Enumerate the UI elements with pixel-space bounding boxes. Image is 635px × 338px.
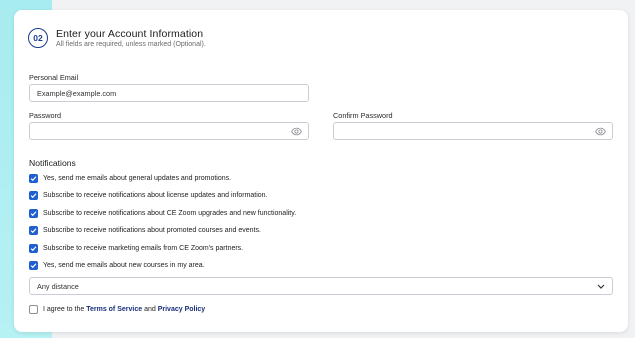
notification-option-label: Subscribe to receive notifications about… bbox=[43, 191, 268, 199]
notification-option-label: Yes, send me emails about general update… bbox=[43, 174, 232, 182]
check-icon bbox=[30, 210, 37, 216]
notification-option-label: Subscribe to receive notifications about… bbox=[43, 209, 297, 217]
check-icon bbox=[30, 227, 37, 233]
checkbox-checked[interactable] bbox=[29, 260, 38, 270]
notification-option-label: Yes, send me emails about new courses in… bbox=[43, 261, 205, 269]
agreement-text: I agree to the Terms of Service and Priv… bbox=[43, 306, 205, 313]
eye-icon[interactable] bbox=[595, 127, 606, 136]
checkbox-unchecked[interactable] bbox=[29, 304, 38, 314]
eye-icon[interactable] bbox=[291, 127, 302, 136]
password-label: Password bbox=[29, 111, 62, 120]
privacy-policy-link[interactable]: Privacy Policy bbox=[158, 306, 205, 313]
notification-option-label: Subscribe to receive notifications about… bbox=[43, 226, 261, 234]
check-icon bbox=[30, 262, 37, 268]
notifications-heading: Notifications bbox=[29, 158, 76, 168]
step-badge: 02 bbox=[28, 28, 48, 48]
checkbox-checked[interactable] bbox=[29, 208, 38, 218]
notification-option-5[interactable]: Subscribe to receive marketing emails fr… bbox=[29, 243, 243, 253]
agreement-conjunction: and bbox=[144, 305, 156, 313]
checkbox-checked[interactable] bbox=[29, 243, 38, 253]
distance-selected-value: Any distance bbox=[37, 281, 79, 291]
agreement-prefix: I agree to the bbox=[43, 305, 85, 313]
distance-select[interactable]: Any distance bbox=[29, 277, 613, 295]
notification-option-2[interactable]: Subscribe to receive notifications about… bbox=[29, 190, 268, 200]
section-title: Enter your Account Information bbox=[56, 28, 204, 40]
confirm-password-field[interactable] bbox=[333, 122, 613, 140]
notification-option-3[interactable]: Subscribe to receive notifications about… bbox=[29, 208, 296, 218]
account-info-card: 02 Enter your Account Information All fi… bbox=[14, 10, 628, 332]
check-icon bbox=[30, 175, 37, 181]
terms-of-service-link[interactable]: Terms of Service bbox=[86, 306, 142, 313]
check-icon bbox=[30, 245, 37, 251]
checkbox-checked[interactable] bbox=[29, 190, 38, 200]
section-subtitle: All fields are required, unless marked (… bbox=[56, 41, 206, 48]
notification-option-1[interactable]: Yes, send me emails about general update… bbox=[29, 173, 231, 183]
confirm-password-label: Confirm Password bbox=[333, 111, 393, 120]
check-icon bbox=[30, 192, 37, 198]
notification-option-label: Subscribe to receive marketing emails fr… bbox=[43, 244, 244, 252]
email-label: Personal Email bbox=[29, 73, 79, 82]
checkbox-checked[interactable] bbox=[29, 173, 38, 183]
notification-option-6[interactable]: Yes, send me emails about new courses in… bbox=[29, 260, 205, 270]
notification-option-4[interactable]: Subscribe to receive notifications about… bbox=[29, 225, 261, 235]
checkbox-checked[interactable] bbox=[29, 225, 38, 235]
email-field[interactable]: Example@example.com bbox=[29, 84, 309, 102]
password-field[interactable] bbox=[29, 122, 309, 140]
terms-agreement[interactable]: I agree to the Terms of Service and Priv… bbox=[29, 304, 205, 314]
email-value: Example@example.com bbox=[37, 88, 117, 98]
chevron-down-icon bbox=[597, 284, 605, 289]
